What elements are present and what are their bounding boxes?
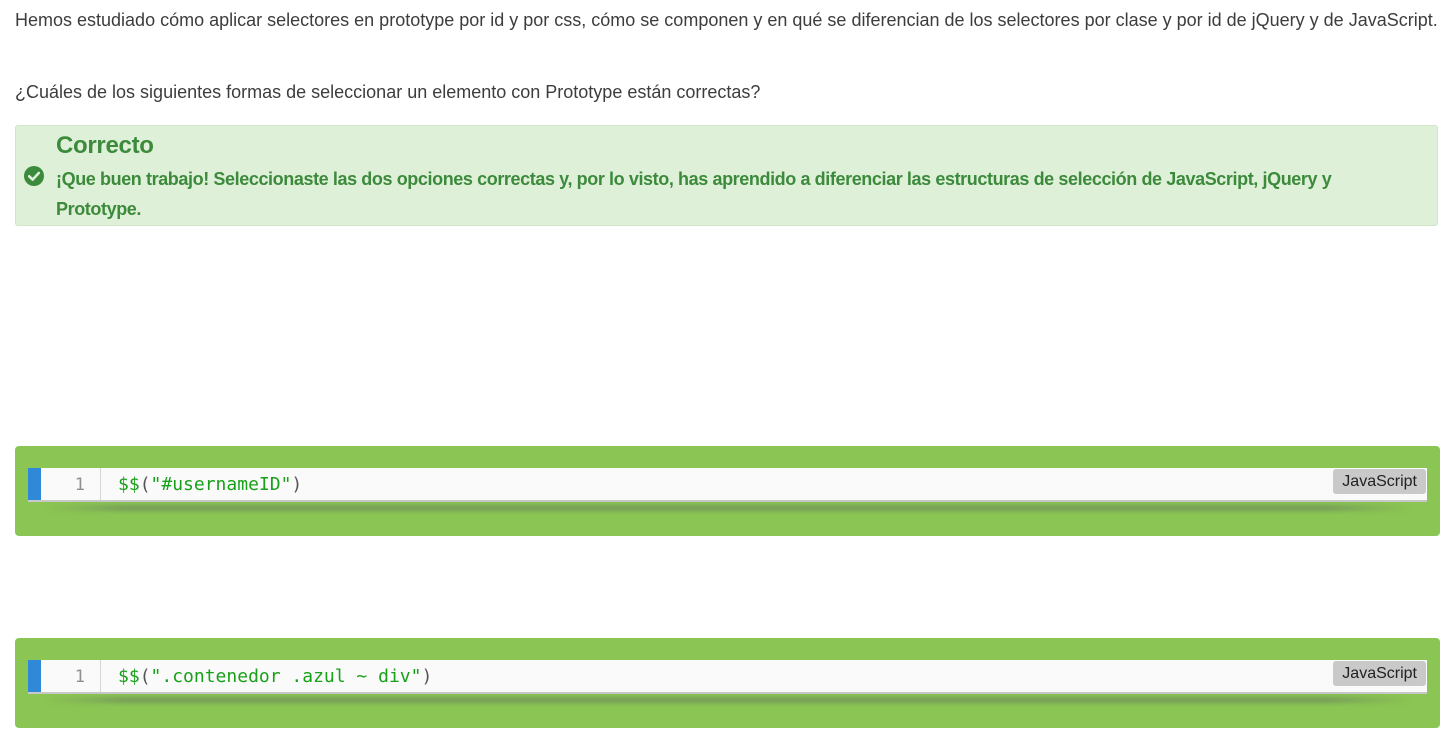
- answer-option-2[interactable]: 1 $$(".contenedor .azul ~ div") JavaScri…: [15, 638, 1440, 728]
- code-function: $$: [118, 474, 140, 495]
- code-paren-close: ): [291, 474, 303, 495]
- intro-paragraph: Hemos estudiado cómo aplicar selectores …: [15, 10, 1438, 30]
- line-number: 1: [41, 468, 101, 500]
- code-line: $$(".contenedor .azul ~ div"): [118, 660, 432, 694]
- check-circle-icon: [24, 166, 44, 186]
- code-function: $$: [118, 666, 140, 687]
- code-block: 1 $$(".contenedor .azul ~ div") JavaScri…: [28, 660, 1427, 694]
- code-string: ".contenedor .azul ~ div": [150, 666, 422, 687]
- code-accent-bar: [28, 660, 41, 692]
- code-paren-open: (: [139, 474, 151, 495]
- code-paren-open: (: [139, 666, 151, 687]
- answer-option-1[interactable]: 1 $$("#usernameID") JavaScript: [15, 446, 1440, 536]
- question-text: ¿Cuáles de los siguientes formas de sele…: [15, 82, 761, 102]
- language-badge: JavaScript: [1333, 469, 1426, 494]
- code-string: "#usernameID": [150, 474, 292, 495]
- line-number: 1: [41, 660, 101, 692]
- code-line: $$("#usernameID"): [118, 468, 302, 502]
- language-badge: JavaScript: [1333, 661, 1426, 686]
- feedback-panel: Correcto ¡Que buen trabajo! Seleccionast…: [15, 125, 1438, 226]
- code-shadow: [45, 505, 1410, 511]
- feedback-title: Correcto: [56, 132, 154, 159]
- code-paren-close: ): [421, 666, 433, 687]
- code-accent-bar: [28, 468, 41, 500]
- feedback-message: ¡Que buen trabajo! Seleccionaste las dos…: [56, 169, 1332, 219]
- code-shadow: [45, 697, 1410, 703]
- code-block: 1 $$("#usernameID") JavaScript: [28, 468, 1427, 502]
